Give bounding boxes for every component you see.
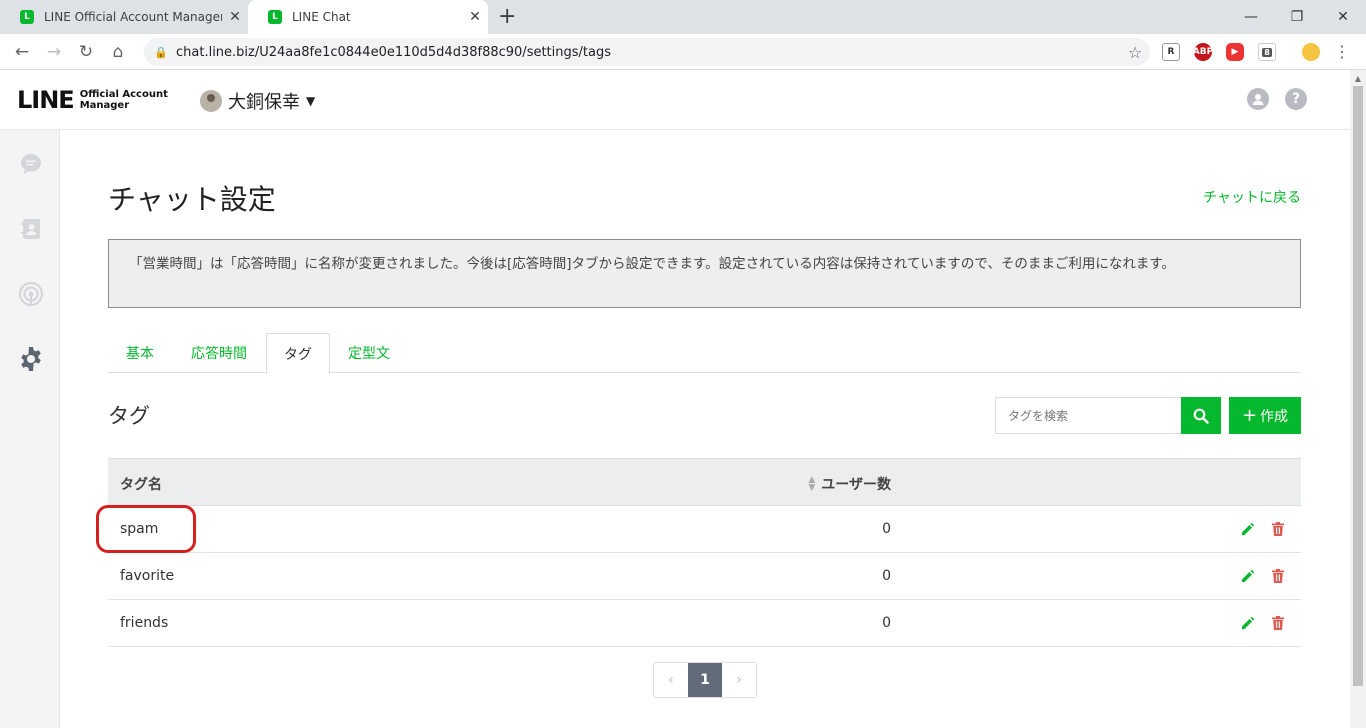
rw-extension-icon[interactable]: R: [1162, 43, 1180, 61]
chat-bubble-icon[interactable]: [18, 151, 44, 177]
delete-trash-icon[interactable]: [1269, 520, 1287, 538]
tab-templates[interactable]: 定型文: [330, 333, 408, 373]
pagination: ‹ 1 ›: [653, 662, 757, 698]
caret-down-icon: ▼: [306, 94, 316, 108]
scroll-up-arrow-icon[interactable]: ▲: [1350, 70, 1366, 86]
table-row: spam 0: [108, 506, 1301, 553]
close-window-icon[interactable]: ✕: [1320, 0, 1366, 34]
bookmark-star-icon[interactable]: ☆: [1120, 43, 1150, 62]
tab-response-hours[interactable]: 応答時間: [172, 333, 266, 373]
tag-name: favorite: [120, 568, 175, 584]
tag-search-input[interactable]: [995, 397, 1182, 434]
browser-tab-title: LINE Chat: [292, 10, 351, 24]
url-text: chat.line.biz/U24aa8fe1c0844e0e110d5d4d3…: [176, 44, 611, 60]
plus-icon: +: [1241, 405, 1258, 426]
table-row: friends 0: [108, 600, 1301, 647]
browser-tab-oam[interactable]: L LINE Official Account Manager ✕: [0, 0, 248, 34]
tab-basic[interactable]: 基本: [108, 333, 172, 373]
p-extension-icon[interactable]: 8: [1258, 43, 1276, 61]
video-extension-icon[interactable]: ▶: [1226, 43, 1244, 61]
delete-trash-icon[interactable]: [1269, 567, 1287, 585]
profile-avatar-icon[interactable]: [1302, 43, 1320, 61]
close-tab-icon[interactable]: ✕: [462, 9, 488, 25]
browser-menu-icon[interactable]: ⋮: [1332, 42, 1352, 61]
edit-pencil-icon[interactable]: [1239, 614, 1257, 632]
settings-tabs: 基本 応答時間 タグ 定型文: [108, 333, 1301, 374]
sidebar: [0, 130, 60, 728]
tab-tags[interactable]: タグ: [266, 333, 330, 374]
app-header: LINE Official Account Manager 大銅保幸 ▼ ?: [0, 70, 1350, 130]
next-page-chevron-icon[interactable]: ›: [722, 663, 756, 697]
browser-tab-bar: L LINE Official Account Manager ✕ L LINE…: [0, 0, 1366, 34]
create-tag-button[interactable]: + 作成: [1229, 397, 1301, 434]
edit-pencil-icon[interactable]: [1239, 520, 1257, 538]
tag-name: friends: [120, 615, 169, 631]
delete-trash-icon[interactable]: [1269, 614, 1287, 632]
new-tab-icon[interactable]: +: [498, 4, 516, 30]
annotation-highlight-circle: [96, 505, 196, 553]
line-favicon-icon: L: [20, 10, 34, 24]
create-button-label: 作成: [1260, 408, 1289, 425]
edit-pencil-icon[interactable]: [1239, 567, 1257, 585]
back-to-chat-link[interactable]: チャットに戻る: [1203, 187, 1301, 207]
adblock-extension-icon[interactable]: ABP: [1193, 43, 1213, 61]
sort-icon: ▲ ▼: [808, 475, 816, 493]
browser-toolbar: ← → ↻ ⌂ 🔒 chat.line.biz/U24aa8fe1c0844e0…: [0, 34, 1366, 70]
column-header-tag-name: タグ名: [120, 477, 162, 493]
search-button[interactable]: [1181, 397, 1221, 434]
restore-window-icon[interactable]: ❐: [1274, 0, 1320, 34]
home-icon[interactable]: ⌂: [106, 40, 130, 64]
page-title: チャット設定: [108, 183, 276, 216]
user-count: 0: [882, 521, 891, 537]
notice-banner: 「営業時間」は「応答時間」に名称が変更されました。今後は[応答時間]タブから設定…: [108, 239, 1301, 308]
logo-sub-line: Official Account: [79, 89, 168, 100]
address-bar[interactable]: 🔒 chat.line.biz/U24aa8fe1c0844e0e110d5d4…: [144, 38, 1150, 66]
column-header-user-count[interactable]: ▲ ▼ ユーザー数: [808, 474, 891, 494]
user-profile-icon[interactable]: [1247, 88, 1269, 110]
account-switcher[interactable]: 大銅保幸 ▼: [200, 88, 315, 114]
line-favicon-icon: L: [268, 10, 282, 24]
user-count: 0: [882, 568, 891, 584]
logo-sub-line: Manager: [79, 100, 130, 111]
prev-page-chevron-icon[interactable]: ‹: [654, 663, 688, 697]
minimize-window-icon[interactable]: —: [1228, 0, 1274, 34]
back-arrow-icon[interactable]: ←: [10, 40, 34, 64]
lock-icon: 🔒: [154, 45, 168, 59]
broadcast-icon[interactable]: [18, 281, 44, 307]
tags-table: タグ名 ▲ ▼ ユーザー数 spam 0 favorite 0 friends 0: [108, 458, 1301, 647]
reload-icon[interactable]: ↻: [74, 40, 98, 64]
table-row: favorite 0: [108, 553, 1301, 600]
close-tab-icon[interactable]: ✕: [222, 9, 248, 25]
column-header-label: ユーザー数: [821, 477, 891, 493]
extension-badge: 8: [1262, 47, 1272, 57]
avatar: [200, 90, 222, 112]
table-header: タグ名 ▲ ▼ ユーザー数: [108, 458, 1301, 506]
browser-tab-title: LINE Official Account Manager: [44, 10, 222, 24]
account-name: 大銅保幸: [228, 92, 300, 113]
search-icon: [1193, 408, 1209, 424]
contacts-icon[interactable]: [18, 216, 44, 242]
line-oam-logo[interactable]: LINE Official Account Manager: [17, 86, 168, 114]
browser-tab-line-chat[interactable]: L LINE Chat ✕: [248, 0, 488, 34]
scrollbar-thumb[interactable]: [1353, 86, 1363, 686]
settings-gear-icon[interactable]: [18, 346, 44, 372]
help-icon[interactable]: ?: [1285, 88, 1307, 110]
section-title: タグ: [108, 404, 150, 428]
user-count: 0: [882, 615, 891, 631]
page-number-current[interactable]: 1: [688, 663, 722, 697]
forward-arrow-icon[interactable]: →: [42, 40, 66, 64]
